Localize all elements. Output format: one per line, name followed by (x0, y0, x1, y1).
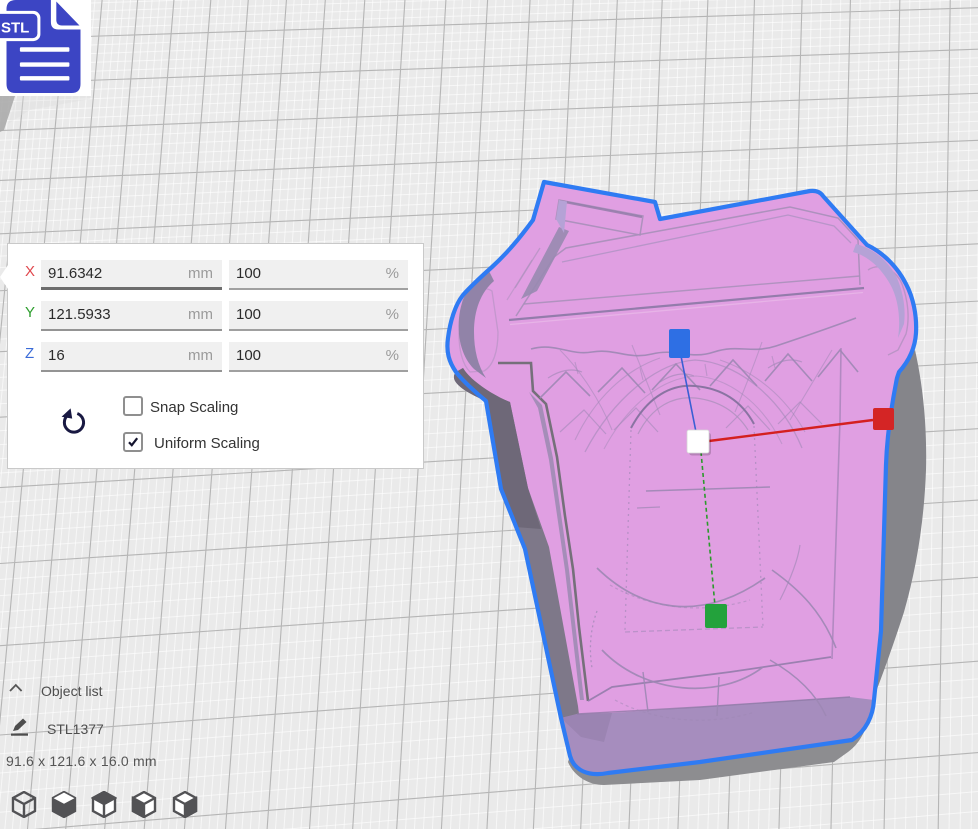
svg-text:STL: STL (1, 20, 29, 37)
